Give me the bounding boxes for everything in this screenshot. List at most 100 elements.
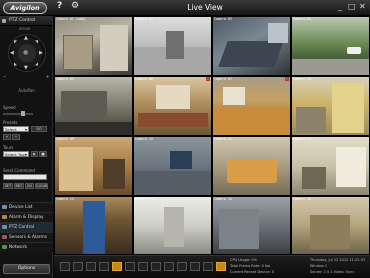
camera-tile[interactable]: Camera 16 <box>291 196 370 255</box>
arrow-up-icon[interactable]: ▲ <box>24 35 28 41</box>
camera-tile[interactable]: Camera 03 <box>212 16 291 76</box>
layout-2x2-button[interactable] <box>73 262 83 271</box>
title-bar: Avigilon ? ⚙ Live View _ □ ✕ <box>0 0 370 16</box>
layout-custom-2-button[interactable] <box>177 262 187 271</box>
arrow-down-left-icon[interactable]: ◣ <box>14 61 17 66</box>
alarm-badge: ! <box>206 77 210 81</box>
camera-tile[interactable]: Camera 01 Lobby <box>54 16 133 76</box>
close-button[interactable]: ✕ <box>359 2 366 11</box>
camera-tile[interactable]: Camera 12 <box>291 136 370 196</box>
camera-grid: Camera 01 Lobby Camera 02 Camera 03 Came… <box>54 16 370 255</box>
minimize-button[interactable]: _ <box>338 2 342 11</box>
camera-stamp: Camera 14 <box>135 197 153 201</box>
sidebar-nav: Device List Alarm & Display PTZ Control … <box>0 202 53 252</box>
ptz-panel-title: PTZ Control <box>9 18 36 23</box>
camera-tile[interactable]: Camera 14 <box>133 196 212 255</box>
sidebar-item-label: Sensors & Alarms <box>9 235 47 240</box>
arrow-down-icon[interactable]: ▼ <box>24 65 28 71</box>
sidebar-item-network[interactable]: Network <box>0 242 53 252</box>
layout-6x6-button[interactable] <box>151 262 161 271</box>
speed-label: Speed <box>3 105 16 110</box>
ptz-icon <box>2 19 6 23</box>
sidebar: PTZ Control ZOOM ▲ ▼ ◀ ▶ ◤ ◥ ◣ ◢ ● − + A… <box>0 16 53 278</box>
zoom-in-icon[interactable]: + <box>46 74 49 79</box>
camera-tile[interactable]: Camera 02 <box>133 16 212 76</box>
arrow-left-icon[interactable]: ◀ <box>10 50 14 56</box>
arrow-up-left-icon[interactable]: ◤ <box>14 39 17 44</box>
layout-1plus5-button[interactable] <box>99 262 109 271</box>
camera-tile[interactable]: Camera 07 ! <box>212 76 291 136</box>
camera-stamp: Camera 02 <box>135 17 153 21</box>
camera-tile[interactable]: Camera 05 <box>54 76 133 136</box>
layout-5x5-button[interactable] <box>138 262 148 271</box>
layout-1x1-button[interactable] <box>60 262 70 271</box>
sensor-icon <box>2 235 7 239</box>
layout-1plus7-button[interactable] <box>125 262 135 271</box>
arrow-right-icon[interactable]: ▶ <box>39 50 43 56</box>
options-button[interactable]: Options <box>3 264 50 274</box>
camera-tile[interactable]: Camera 08 <box>291 76 370 136</box>
server-label: Server: 1 0 1 <box>310 270 333 274</box>
speed-slider[interactable] <box>3 111 33 116</box>
current-record-device: Current Record Device: 0 <box>230 270 274 274</box>
list-icon <box>2 205 7 209</box>
sidebar-item-label: Device List <box>9 205 33 210</box>
camera-tile[interactable]: Camera 06 ! <box>133 76 212 136</box>
camera-tile[interactable]: Camera 13 <box>54 196 133 255</box>
cmd-set-button[interactable]: SET <box>3 183 13 189</box>
sidebar-item-alarm-display[interactable]: Alarm & Display <box>0 212 53 222</box>
layout-4x4-button[interactable] <box>112 262 122 271</box>
camera-tile[interactable]: Camera 10 <box>133 136 212 196</box>
camera-stamp: Camera 06 <box>135 77 153 81</box>
camera-stamp: Camera 03 <box>214 17 232 21</box>
preset-go-button[interactable]: GO <box>31 126 47 132</box>
layout-custom-button[interactable] <box>164 262 174 271</box>
frame-rate: Total Frame Rate: 0 fps <box>230 264 271 268</box>
ptz-joystick: ZOOM ▲ ▼ ◀ ▶ ◤ ◥ ◣ ◢ ● − + AutoPan <box>0 26 52 98</box>
app-logo: Avigilon <box>3 2 47 14</box>
camera-stamp: Camera 12 <box>293 137 311 141</box>
layout-3x3-button[interactable] <box>86 262 96 271</box>
sidebar-item-label: Alarm & Display <box>9 215 44 220</box>
layout-custom-3-button[interactable] <box>190 262 200 271</box>
camera-tile[interactable]: Camera 09 <box>54 136 133 196</box>
tours-label: Tours <box>3 145 14 150</box>
speed-slider-knob[interactable] <box>21 111 25 116</box>
sidebar-item-ptz-control[interactable]: PTZ Control <box>0 222 53 232</box>
camera-stamp: Camera 09 <box>56 137 74 141</box>
window-title: Live View <box>187 3 223 12</box>
preset-add-button[interactable]: + <box>3 134 11 140</box>
cmd-clear-button[interactable]: CLEAR <box>35 183 48 189</box>
layout-custom-4-button[interactable] <box>203 262 213 271</box>
cpu-usage: CPU Usage: 0% <box>230 258 257 262</box>
camera-stamp: Camera 15 <box>214 197 232 201</box>
center-icon[interactable]: ● <box>23 49 28 56</box>
presets-label: Presets <box>3 120 18 125</box>
zoom-out-icon[interactable]: − <box>3 74 6 79</box>
camera-stamp: Camera 05 <box>56 77 74 81</box>
camera-tile[interactable]: Camera 15 <box>212 196 291 255</box>
camera-tile[interactable]: Camera 11 <box>212 136 291 196</box>
tour-stop-button[interactable]: ■ <box>39 151 47 157</box>
arrow-down-right-icon[interactable]: ◢ <box>35 61 38 66</box>
gear-icon[interactable]: ⚙ <box>71 1 79 11</box>
sidebar-item-label: Network <box>9 245 27 250</box>
cmd-go-button[interactable]: GO <box>25 183 34 189</box>
bottom-toolbar: CPU Usage: 0% Total Frame Rate: 0 fps Cu… <box>54 255 370 278</box>
camera-stamp: Camera 04 <box>293 17 311 21</box>
ptz-panel-header[interactable]: PTZ Control <box>0 16 52 26</box>
tour-select[interactable]: Select Tour <box>3 151 29 158</box>
cmd-rec-button[interactable]: REC <box>14 183 24 189</box>
camera-tile[interactable]: Camera 04 <box>291 16 370 76</box>
ptz-icon <box>2 225 7 229</box>
maximize-button[interactable]: □ <box>348 2 356 11</box>
help-button[interactable]: ? <box>57 1 62 11</box>
command-input[interactable] <box>3 174 47 180</box>
sidebar-item-sensors-alarms[interactable]: Sensors & Alarms <box>0 232 53 242</box>
arrow-up-right-icon[interactable]: ◥ <box>35 39 38 44</box>
tour-play-button[interactable]: ▶ <box>31 151 38 157</box>
sidebar-item-device-list[interactable]: Device List <box>0 202 53 212</box>
preset-remove-button[interactable]: − <box>12 134 20 140</box>
layout-custom-5-button[interactable] <box>216 262 226 271</box>
preset-select[interactable]: Select Preset <box>3 126 29 138</box>
